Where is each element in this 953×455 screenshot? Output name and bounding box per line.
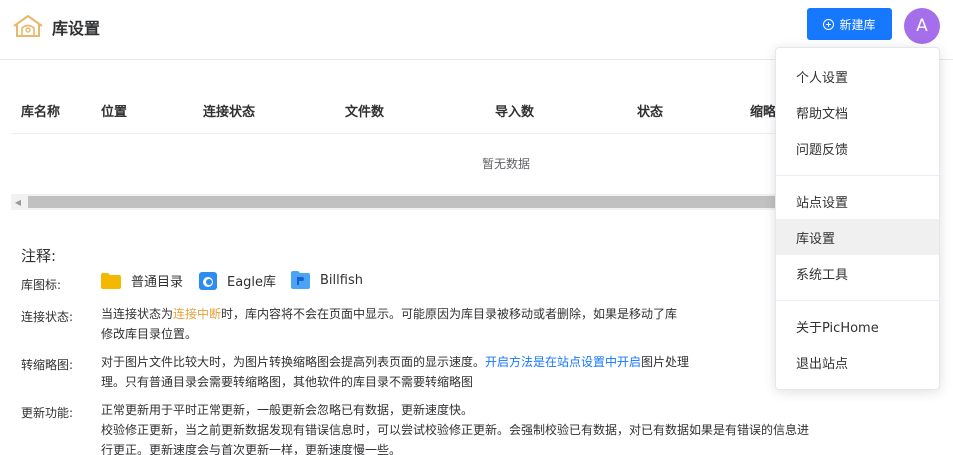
thumbnail-desc-prefix: 对于图片文件比较大时，为图片转换缩略图会提高列表页面的显示速度。: [101, 355, 486, 369]
table-empty-row: 暂无数据: [11, 134, 791, 192]
menu-item-about[interactable]: 关于PicHome: [776, 308, 939, 344]
update-desc-line1: 正常更新用于平时正常更新，一般更新会忽略已有数据，更新速度快。: [101, 403, 474, 417]
top-header: 库设置 新建库 A: [0, 0, 953, 52]
column-header-location: 位置: [101, 105, 128, 120]
menu-divider: [776, 175, 939, 176]
new-library-label: 新建库: [839, 17, 876, 32]
page-title: 库设置: [52, 19, 101, 38]
notes-title: 注释:: [21, 247, 57, 265]
legend-billfish-label: Billfish: [320, 272, 363, 288]
menu-item-logout[interactable]: 退出站点: [776, 344, 939, 380]
menu-item-help-docs[interactable]: 帮助文档: [776, 94, 939, 130]
folder-icon: [101, 272, 121, 289]
icon-label: 库图标:: [21, 278, 62, 292]
update-desc-line3: 行更正。更新速度会与首次更新一样，更新速度慢一些。: [101, 443, 402, 455]
legend-billfish: Billfish: [291, 271, 363, 289]
legend-normal-dir: 普通目录: [101, 271, 183, 290]
library-table-header: 库名称 位置 连接状态 文件数 导入数 状态 缩略: [11, 88, 791, 134]
connection-broken-text: 连接中断: [173, 307, 222, 321]
menu-item-system-tools[interactable]: 系统工具: [776, 255, 939, 291]
thumbnail-desc: 对于图片文件比较大时，为图片转换缩略图会提高列表页面的显示速度。开启方法是在站点…: [101, 352, 689, 392]
home-logo-icon: [13, 15, 43, 37]
connection-desc-suffix: 时，库内容将不会在页面中显示。可能原因为库目录被移动或者删除，如果是移动了库: [221, 307, 678, 321]
menu-item-feedback[interactable]: 问题反馈: [776, 130, 939, 166]
connection-status-desc: 当连接状态为连接中断时，库内容将不会在页面中显示。可能原因为库目录被移动或者删除…: [101, 304, 677, 344]
column-header-file-count: 文件数: [345, 105, 385, 120]
update-label: 更新功能:: [21, 406, 74, 420]
plus-circle-icon: [823, 18, 835, 30]
column-header-import-count: 导入数: [495, 105, 535, 120]
thumbnail-desc-line2: 理。只有普通目录会需要转缩略图，其他软件的库目录不需要转缩略图: [101, 375, 474, 389]
column-header-status: 状态: [637, 105, 664, 120]
scroll-left-arrow-icon[interactable]: ◀: [11, 194, 25, 210]
thumbnail-label: 转缩略图:: [21, 358, 74, 372]
column-header-name: 库名称: [21, 105, 61, 120]
update-desc-line2: 校验修正更新，当之前更新数据发现有错误信息时，可以尝试校验修正更新。会强制校验已…: [101, 423, 810, 437]
legend-normal-dir-label: 普通目录: [131, 275, 184, 290]
column-header-thumbnail: 缩略: [750, 105, 777, 120]
connection-desc-prefix: 当连接状态为: [101, 307, 174, 321]
connection-desc-line2: 修改库目录位置。: [101, 327, 198, 341]
update-desc: 正常更新用于平时正常更新，一般更新会忽略已有数据，更新速度快。 校验修正更新，当…: [101, 400, 809, 455]
billfish-library-icon: [291, 271, 310, 289]
eagle-library-icon: [199, 271, 217, 290]
scrollbar-thumb[interactable]: [28, 196, 781, 208]
new-library-button[interactable]: 新建库: [807, 8, 892, 40]
menu-item-personal-settings[interactable]: 个人设置: [776, 58, 939, 94]
user-dropdown-menu: 个人设置 帮助文档 问题反馈 站点设置 库设置 系统工具 关于PicHome 退…: [775, 47, 940, 390]
legend-eagle: Eagle库: [199, 271, 276, 290]
thumbnail-desc-suffix: 图片处理: [641, 355, 690, 369]
user-avatar[interactable]: A: [904, 8, 940, 44]
empty-text: 暂无数据: [482, 157, 531, 171]
site-settings-link[interactable]: 开启方法是在站点设置中开启: [485, 355, 641, 369]
menu-item-site-settings[interactable]: 站点设置: [776, 183, 939, 219]
horizontal-scrollbar[interactable]: ◀: [11, 194, 781, 210]
legend-eagle-label: Eagle库: [227, 275, 277, 290]
column-header-connection: 连接状态: [203, 105, 256, 120]
menu-divider: [776, 300, 939, 301]
menu-item-library-settings[interactable]: 库设置: [776, 219, 939, 255]
connection-status-label: 连接状态:: [21, 310, 74, 324]
